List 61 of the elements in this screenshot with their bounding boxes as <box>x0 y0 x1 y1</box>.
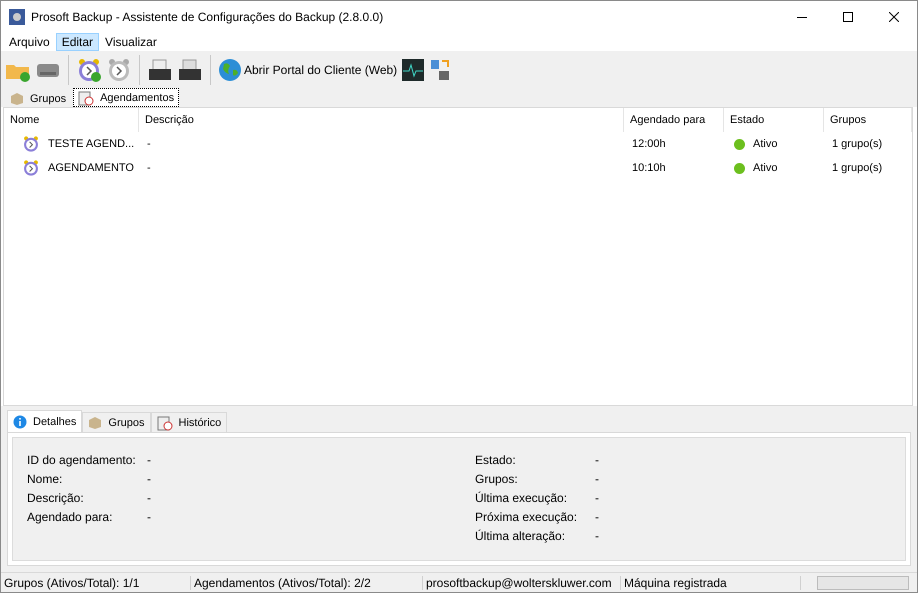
tab[interactable]: Grupos <box>82 412 150 432</box>
field-value: - <box>595 529 599 543</box>
status-text: Grupos (Ativos/Total): 1/1 <box>1 576 191 590</box>
table-cell: - <box>147 138 151 150</box>
menu-item[interactable]: Arquivo <box>3 33 56 51</box>
field-label: Nome: <box>27 472 64 486</box>
sync-icon <box>429 58 452 82</box>
column-header[interactable]: Descrição <box>139 108 624 132</box>
window-title: Prosoft Backup - Assistente de Configurações do Backup (2.8.0.0) <box>31 10 384 24</box>
field-value: - <box>595 453 599 467</box>
maximize-icon[interactable] <box>843 12 853 22</box>
field-label: Agendado para: <box>27 510 114 524</box>
minimize-icon[interactable] <box>797 16 807 18</box>
heartbeat-monitor-icon <box>401 58 426 82</box>
tab[interactable]: Agendamentos <box>73 88 180 107</box>
column-header[interactable]: Agendado para <box>624 108 724 132</box>
table-cell: Ativo <box>753 138 778 150</box>
field-label: Última execução: <box>475 491 568 505</box>
status-text: Agendamentos (Ativos/Total): 2/2 <box>191 576 423 590</box>
package-icon <box>88 416 102 430</box>
tab[interactable]: Histórico <box>150 412 228 432</box>
field-value: - <box>595 472 599 486</box>
table-cell: 1 grupo(s) <box>832 162 882 174</box>
field-value: - <box>147 472 151 486</box>
column-header[interactable]: Grupos <box>824 108 912 132</box>
status-text: Máquina registrada <box>621 576 801 590</box>
table-cell: Ativo <box>753 162 778 174</box>
field-label: Descrição: <box>27 491 85 505</box>
menu-item[interactable]: Visualizar <box>99 33 163 51</box>
alarm-clock-icon <box>22 159 40 177</box>
table-cell: 10:10h <box>632 162 666 174</box>
table-cell: 12:00h <box>632 138 666 150</box>
field-value: - <box>595 510 599 524</box>
field-label: Última alteração: <box>475 529 566 543</box>
alarm-clock-icon <box>22 135 40 153</box>
table-cell: 1 grupo(s) <box>832 138 882 150</box>
table-cell: AGENDAMENTO <box>48 162 134 174</box>
column-header[interactable]: Estado <box>724 108 824 132</box>
column-header[interactable]: Nome <box>4 108 139 132</box>
field-label: Estado: <box>475 453 517 467</box>
alarm-clock-icon <box>106 56 132 82</box>
field-value: - <box>147 453 151 467</box>
table-cell: TESTE AGEND... <box>48 138 134 150</box>
status-text: prosoftbackup@wolterskluwer.com <box>423 576 621 590</box>
field-label: Grupos: <box>475 472 519 486</box>
close-icon[interactable] <box>889 12 899 22</box>
app-icon <box>9 9 25 25</box>
inbox-tray-icon <box>147 56 173 82</box>
tab[interactable]: Detalhes <box>7 410 82 432</box>
field-label: ID do agendamento: <box>27 453 137 467</box>
inbox-tray-icon <box>177 56 203 82</box>
field-value: - <box>147 510 151 524</box>
portal-button[interactable]: Abrir Portal do Cliente (Web) <box>218 54 398 84</box>
field-value: - <box>595 491 599 505</box>
field-label: Próxima execução: <box>475 510 578 524</box>
add-alarm-clock-icon <box>76 56 102 82</box>
globe-icon <box>218 58 242 82</box>
table-cell: - <box>147 162 151 174</box>
menu-item[interactable]: Editar <box>56 33 100 51</box>
info-icon <box>13 414 27 428</box>
field-value: - <box>147 491 151 505</box>
